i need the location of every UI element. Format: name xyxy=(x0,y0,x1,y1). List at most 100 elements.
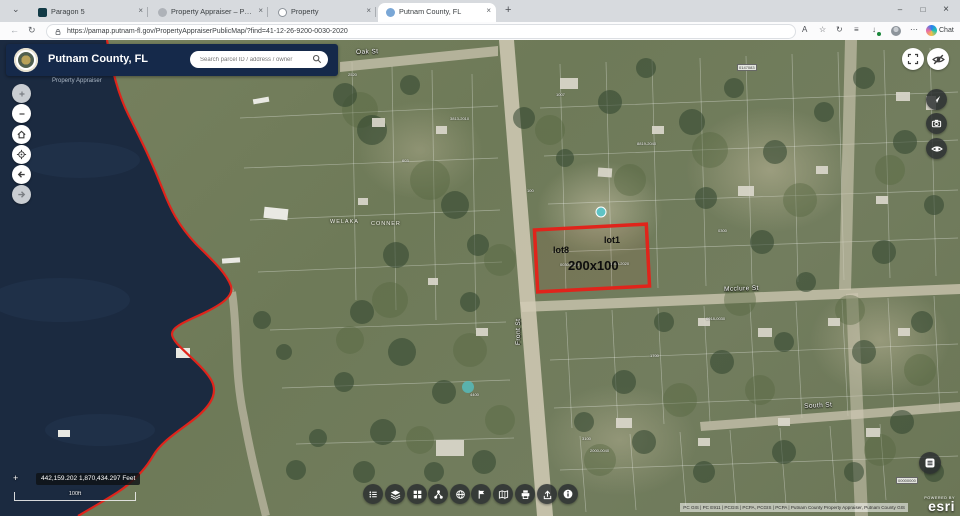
arrow-right-icon xyxy=(16,189,27,200)
more-menu-icon[interactable]: ⋯ xyxy=(910,25,918,34)
appraiser-favicon-icon xyxy=(158,8,167,17)
round-pool xyxy=(462,381,474,393)
zoom-in-button[interactable] xyxy=(12,84,31,103)
url-field[interactable]: https://pamap.putnam-fl.gov/PropertyAppr… xyxy=(46,24,796,39)
tab-property-appraiser[interactable]: Property Appraiser – Putnam Cou × xyxy=(150,3,268,22)
legend-button[interactable] xyxy=(363,484,383,504)
minus-icon xyxy=(17,109,27,119)
refresh-icon[interactable]: ↻ xyxy=(28,25,36,36)
export-share-button[interactable] xyxy=(537,484,557,504)
layers-button[interactable] xyxy=(385,484,405,504)
close-tab-icon[interactable]: × xyxy=(366,6,371,15)
lock-icon xyxy=(54,28,62,36)
downloads-icon[interactable]: ↓ xyxy=(872,25,876,34)
tab-search-chevron-icon[interactable]: ⌄ xyxy=(12,4,20,15)
tab-label: Putnam County, FL xyxy=(399,7,480,16)
favorite-star-icon[interactable]: ☆ xyxy=(819,25,826,34)
eye-icon xyxy=(931,143,943,155)
read-aloud-icon[interactable]: A xyxy=(802,25,807,34)
close-tab-icon[interactable]: × xyxy=(486,6,491,15)
tab-label: Paragon 5 xyxy=(51,7,132,16)
tab-label: Property Appraiser – Putnam Cou xyxy=(171,7,252,16)
scale-bar: 100ft xyxy=(14,492,136,501)
home-extent-button[interactable] xyxy=(12,125,31,144)
tab-paragon5[interactable]: Paragon 5 × xyxy=(30,3,148,22)
location-arrow-icon xyxy=(931,94,942,105)
copilot-chat-label[interactable]: Chat xyxy=(939,27,954,34)
plus-icon xyxy=(17,89,27,99)
close-window-button[interactable]: × xyxy=(936,1,956,19)
camera-icon xyxy=(931,118,942,129)
aerial-imagery xyxy=(0,40,960,516)
legend-icon xyxy=(368,489,379,500)
layers-icon xyxy=(390,489,401,500)
map-viewport[interactable]: Oak StMcclure StSouth StFront St WELAKAC… xyxy=(0,40,960,516)
bookmarks-button[interactable] xyxy=(493,484,513,504)
view-imagery-button[interactable] xyxy=(926,138,947,159)
around-me-button[interactable] xyxy=(450,484,470,504)
app-header: Putnam County, FL xyxy=(6,44,338,76)
back-icon[interactable]: ← xyxy=(10,25,19,35)
markup-flag-button[interactable] xyxy=(471,484,491,504)
maximize-button[interactable]: □ xyxy=(913,1,933,19)
share-arrow-icon xyxy=(542,489,553,500)
download-complete-dot xyxy=(877,32,881,36)
globe-icon xyxy=(455,489,466,500)
tab-separator xyxy=(267,7,268,17)
new-tab-button[interactable]: + xyxy=(505,4,511,16)
legend-panel-button[interactable] xyxy=(919,452,941,474)
aerial-photos-button[interactable] xyxy=(926,113,947,134)
profile-avatar[interactable] xyxy=(891,26,901,36)
share-network-icon xyxy=(433,489,444,500)
hub-icon[interactable]: ↻ xyxy=(836,25,843,34)
info-icon xyxy=(562,488,574,500)
swimming-pool xyxy=(596,207,606,217)
tab-label: Property xyxy=(291,7,360,16)
arrow-left-icon xyxy=(16,169,27,180)
paragon-favicon-icon xyxy=(38,8,47,17)
minimize-button[interactable]: – xyxy=(890,1,910,19)
selected-parcel-outline[interactable] xyxy=(534,224,649,292)
info-button[interactable] xyxy=(558,484,578,504)
copilot-icon[interactable] xyxy=(926,25,937,36)
map-attribution: PC GIS | PC E911 | PCGIS | PCPA, PCGIS |… xyxy=(680,503,908,512)
share-network-button[interactable] xyxy=(428,484,448,504)
print-button[interactable] xyxy=(515,484,535,504)
zoom-out-button[interactable] xyxy=(12,104,31,123)
globe-favicon-icon xyxy=(278,8,287,17)
url-text: https://pamap.putnam-fl.gov/PropertyAppr… xyxy=(67,28,348,35)
close-tab-icon[interactable]: × xyxy=(258,6,263,15)
coordinates-readout: 442,159.202 1,870,434.297 Feet xyxy=(36,473,140,485)
parcel-search-box[interactable] xyxy=(190,51,328,68)
esri-logo: POWERED BY esri xyxy=(924,496,955,512)
tab-putnam-county-active[interactable]: Putnam County, FL × xyxy=(378,3,496,22)
county-seal-inner xyxy=(18,52,34,68)
next-extent-button[interactable] xyxy=(12,185,31,204)
tab-property[interactable]: Property × xyxy=(270,3,376,22)
app-title: Putnam County, FL xyxy=(48,53,148,65)
printer-icon xyxy=(520,489,531,500)
eye-slash-icon xyxy=(932,53,945,66)
putnam-favicon-icon xyxy=(386,8,395,17)
search-input[interactable] xyxy=(198,53,307,67)
flag-icon xyxy=(476,489,487,500)
location-arrow-tool-button[interactable] xyxy=(926,89,947,110)
app-subtitle: Property Appraiser xyxy=(52,78,102,84)
target-icon xyxy=(16,149,27,160)
tab-separator xyxy=(147,7,148,17)
scale-label: 100ft xyxy=(15,491,135,497)
county-seal-logo xyxy=(14,48,38,72)
fullscreen-button[interactable] xyxy=(902,48,924,70)
hide-interface-button[interactable] xyxy=(927,48,949,70)
basemap-gallery-button[interactable] xyxy=(407,484,427,504)
crosshair-icon: + xyxy=(13,473,18,483)
search-icon[interactable] xyxy=(312,54,322,64)
legend-panel-icon xyxy=(924,457,936,469)
close-tab-icon[interactable]: × xyxy=(138,6,143,15)
expand-icon xyxy=(907,53,919,65)
browser-essentials-icon[interactable]: ≡ xyxy=(854,25,859,34)
previous-extent-button[interactable] xyxy=(12,165,31,184)
tab-strip: ⌄ Paragon 5 × Property Appraiser – Putna… xyxy=(0,0,960,22)
my-location-button[interactable] xyxy=(12,145,31,164)
home-icon xyxy=(16,129,27,140)
